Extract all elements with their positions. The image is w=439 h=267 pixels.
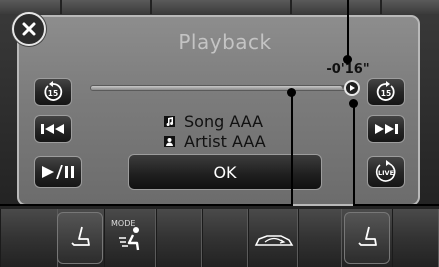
- callout-line-progress-h: [0, 204, 293, 206]
- song-title: Song AAA: [184, 111, 264, 131]
- callout-dot-time: [343, 55, 352, 64]
- playback-screen: Playback 15 15 LIVE -0'16" Song AAA Arti…: [0, 0, 439, 267]
- skip-forward-15-icon: 15: [376, 81, 395, 101]
- top-bar-divider: [290, 0, 292, 14]
- live-label: LIVE: [378, 169, 394, 177]
- time-remaining: -0'16": [326, 62, 370, 77]
- next-track-icon: [375, 124, 398, 134]
- seat-icon: [358, 226, 377, 246]
- play-indicator-icon: [350, 85, 355, 91]
- play-pause-button[interactable]: [34, 156, 82, 188]
- car-recirculation-icon: [254, 235, 294, 246]
- climate-tile: [0, 209, 58, 267]
- artist-name: Artist AAA: [184, 131, 266, 151]
- skip-forward-15-label: 15: [381, 89, 391, 98]
- top-bar-divider: [380, 0, 382, 14]
- callout-line-time: [347, 0, 349, 58]
- callout-line-progress: [291, 92, 293, 206]
- recirculation-button[interactable]: [248, 209, 298, 267]
- next-track-button[interactable]: [367, 115, 405, 143]
- skip-back-15-icon: 15: [44, 81, 63, 101]
- live-button[interactable]: LIVE: [367, 156, 405, 188]
- climate-tile: [202, 209, 248, 267]
- skip-back-15-button[interactable]: 15: [34, 78, 72, 106]
- mode-label: MODE: [111, 219, 136, 228]
- top-bar: [0, 0, 439, 14]
- seat-icon: [71, 226, 90, 246]
- airflow-mode-icon: [119, 227, 140, 251]
- right-seat-button[interactable]: [344, 212, 390, 264]
- note-icon: [164, 115, 175, 127]
- close-button[interactable]: [12, 12, 46, 46]
- person-icon: [164, 135, 175, 147]
- callout-line-handle-h: [353, 204, 439, 206]
- skip-forward-15-button[interactable]: 15: [367, 78, 405, 106]
- close-icon: [22, 22, 36, 36]
- previous-track-button[interactable]: [34, 115, 72, 143]
- artist-row: Artist AAA: [160, 131, 266, 151]
- climate-bar: MODE: [0, 209, 439, 267]
- song-row: Song AAA: [160, 111, 263, 131]
- progress-handle[interactable]: [344, 80, 360, 96]
- live-icon: LIVE: [375, 160, 396, 182]
- top-bar-divider: [150, 0, 152, 14]
- callout-line-handle: [353, 103, 355, 206]
- skip-back-15-label: 15: [48, 89, 58, 98]
- previous-track-icon: [41, 124, 64, 134]
- progress-track[interactable]: [90, 85, 348, 91]
- mode-button[interactable]: MODE: [106, 213, 154, 263]
- top-bar-divider: [60, 0, 62, 14]
- climate-tile: [298, 209, 342, 267]
- progress-fill: [91, 86, 342, 90]
- climate-tile: [156, 209, 202, 267]
- play-pause-icon: [42, 165, 74, 179]
- page-title: Playback: [178, 30, 272, 54]
- left-seat-button[interactable]: [57, 212, 103, 264]
- climate-tile: [392, 209, 439, 267]
